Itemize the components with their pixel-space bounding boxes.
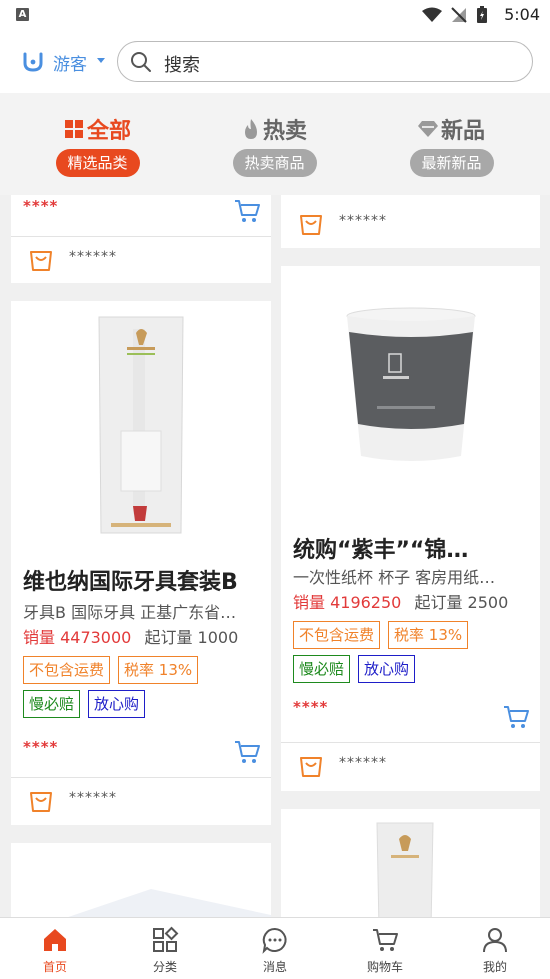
product-card[interactable]: **** ****** — [11, 195, 271, 283]
product-subtitle: 牙具B 国际牙具 正基广东省… — [23, 603, 237, 622]
shop-name: ****** — [339, 213, 387, 229]
notification-a-icon: A — [16, 8, 29, 21]
tax-rate-tag: 税率 13% — [118, 656, 199, 684]
tab-hot-pill: 热卖商品 — [232, 149, 317, 177]
paper-cup-image — [346, 307, 475, 461]
product-stats: 销量 4196250 起订量 2500 — [293, 589, 532, 613]
tab-all-pill: 精选品类 — [55, 149, 140, 177]
product-stats: 销量 4473000 起订量 1000 — [23, 624, 263, 648]
nav-home[interactable]: 首页 — [0, 918, 110, 979]
product-card[interactable]: ****** — [281, 195, 540, 248]
product-title[interactable]: 统购“紫丰”“锦… — [293, 532, 522, 564]
tax-rate-tag: 税率 13% — [388, 621, 469, 649]
sales-count: 销量 4196250 — [293, 593, 402, 612]
product-card[interactable] — [11, 843, 271, 917]
nav-home-label: 首页 — [42, 960, 67, 974]
product-subtitle: 一次性纸杯 杯子 客房用纸… — [293, 568, 496, 587]
nav-profile-label: 我的 — [482, 960, 507, 974]
shop-bag-icon — [300, 757, 322, 777]
add-to-cart-icon[interactable] — [233, 197, 261, 225]
nav-cart[interactable]: 购物车 — [330, 918, 440, 979]
category-tabs: 全部 精选品类 热卖 热卖商品 新品 最新新品 — [0, 93, 550, 195]
chevron-down-icon[interactable] — [97, 58, 105, 63]
shop-row[interactable]: ****** — [281, 743, 540, 789]
add-to-cart-icon[interactable] — [233, 738, 261, 766]
shop-row[interactable]: ****** — [11, 778, 271, 824]
shop-name: ****** — [69, 249, 117, 265]
product-card-toothbrush[interactable]: 维也纳国际牙具套装B 牙具B 国际牙具 正基广东省… 销量 4473000 起订… — [11, 301, 271, 825]
product-card-paper-cup[interactable]: 统购“紫丰”“锦… 一次性纸杯 杯子 客房用纸… 销量 4196250 起订量 … — [281, 266, 540, 791]
shop-bag-icon — [300, 215, 322, 235]
status-icons — [422, 6, 488, 24]
add-to-cart-icon[interactable] — [502, 703, 530, 731]
nav-category[interactable]: 分类 — [110, 918, 220, 979]
product-image[interactable] — [11, 301, 271, 551]
rating-stars: **** — [293, 698, 329, 716]
search-placeholder: 搜索 — [164, 55, 200, 76]
tab-hot-label: 热卖 — [262, 119, 307, 144]
rating-stars: **** — [23, 738, 59, 756]
battery-icon — [477, 6, 487, 23]
status-bar: A 5:04 — [0, 0, 550, 30]
tag-row: 不包含运费 税率 13% — [293, 621, 469, 649]
flame-icon — [244, 119, 257, 139]
tag-row: 慢必赔 放心购 — [293, 655, 416, 683]
shop-bag-icon — [30, 792, 52, 812]
product-image-partial — [376, 822, 434, 917]
clock: 5:04 — [504, 5, 540, 24]
product-image-partial — [68, 889, 271, 917]
shop-name: ****** — [69, 790, 117, 806]
tab-new[interactable]: 新品 最新新品 — [360, 93, 543, 195]
shipping-tag: 不包含运费 — [293, 621, 381, 649]
assurance-tag: 放心购 — [358, 655, 416, 683]
shop-name: ****** — [339, 755, 387, 771]
grid-icon — [64, 120, 83, 138]
tab-all-label: 全部 — [86, 119, 131, 144]
tab-new-label: 新品 — [440, 119, 485, 144]
product-image[interactable] — [281, 266, 540, 506]
nav-messages[interactable]: 消息 — [220, 918, 330, 979]
nav-profile[interactable]: 我的 — [440, 918, 550, 979]
message-icon — [262, 927, 287, 954]
tab-hot[interactable]: 热卖 热卖商品 — [183, 93, 366, 195]
profile-icon — [483, 928, 507, 953]
tag-row: 不包含运费 税率 13% — [23, 656, 199, 684]
nav-cart-label: 购物车 — [366, 960, 403, 974]
tab-all[interactable]: 全部 精选品类 — [6, 93, 189, 195]
top-header: 游客 搜索 — [0, 30, 550, 93]
search-icon — [131, 52, 151, 72]
cart-icon — [373, 929, 398, 951]
app-logo-icon — [23, 52, 43, 72]
wifi-icon — [422, 7, 442, 22]
nav-category-label: 分类 — [152, 960, 177, 974]
shop-row[interactable]: ****** — [11, 237, 271, 283]
compensation-tag: 慢必赔 — [293, 655, 351, 683]
min-order-qty: 起订量 2500 — [414, 593, 509, 612]
diamond-icon — [417, 121, 438, 137]
home-icon — [44, 929, 66, 951]
assurance-tag: 放心购 — [88, 690, 146, 718]
shipping-tag: 不包含运费 — [23, 656, 111, 684]
nav-messages-label: 消息 — [262, 960, 287, 974]
category-icon — [153, 926, 179, 952]
product-card[interactable] — [281, 809, 540, 917]
search-input[interactable]: 搜索 — [117, 41, 533, 82]
tab-new-pill: 最新新品 — [409, 149, 494, 177]
no-signal-icon — [451, 7, 467, 23]
shop-bag-icon — [30, 251, 52, 271]
compensation-tag: 慢必赔 — [23, 690, 81, 718]
sales-count: 销量 4473000 — [23, 628, 132, 647]
shop-row[interactable]: ****** — [281, 201, 540, 247]
product-title[interactable]: 维也纳国际牙具套装B — [23, 564, 253, 596]
tag-row: 慢必赔 放心购 — [23, 690, 146, 718]
bottom-navigation: 首页 分类 消息 购物车 我的 — [0, 917, 550, 979]
toothbrush-kit-image — [98, 316, 184, 534]
rating-stars: **** — [23, 197, 59, 215]
min-order-qty: 起订量 1000 — [144, 628, 239, 647]
guest-account-switch[interactable]: 游客 — [53, 50, 87, 75]
product-feed[interactable]: **** ****** ****** 维也纳国际牙具套装B 牙具B 国际牙具 正… — [0, 195, 550, 917]
